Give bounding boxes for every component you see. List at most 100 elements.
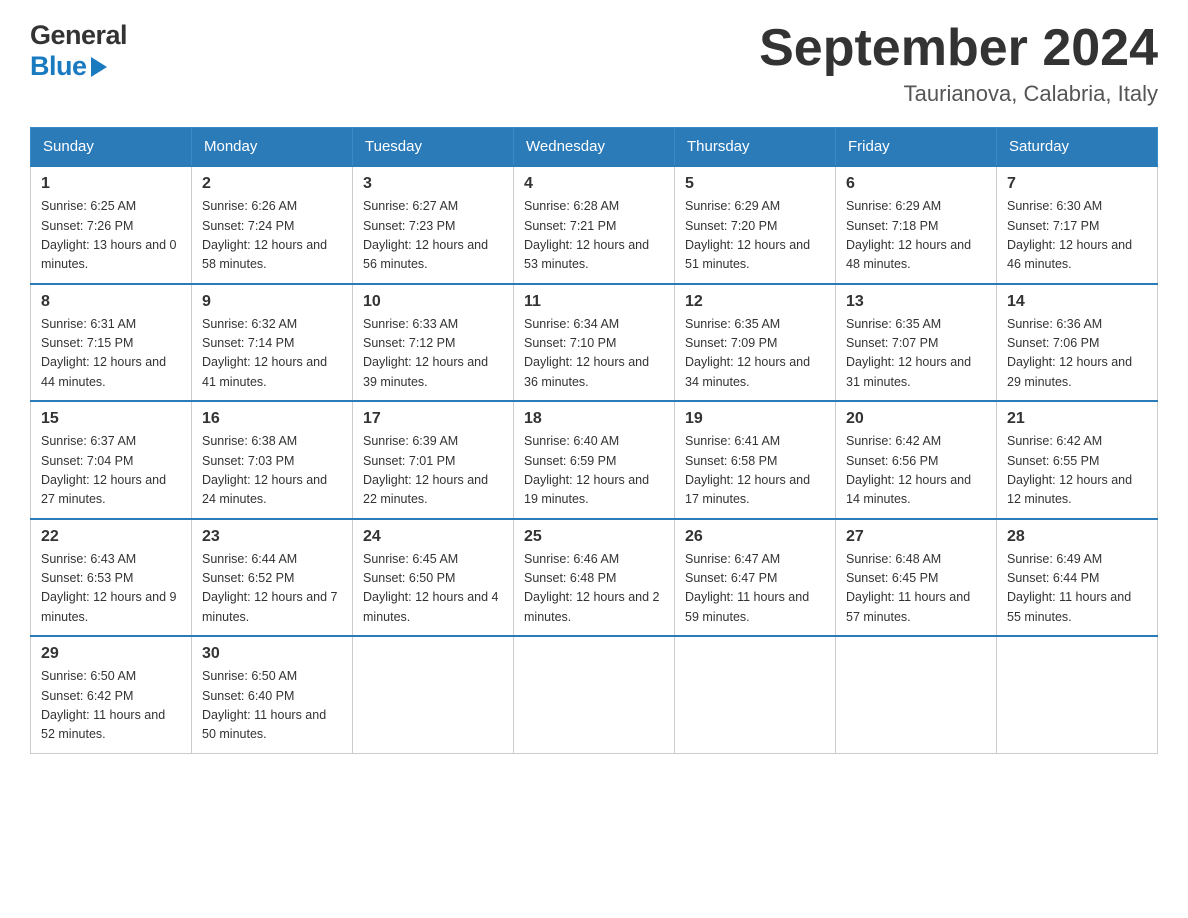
- table-row: [353, 636, 514, 753]
- sunset-text: Sunset: 6:56 PM: [846, 454, 938, 468]
- table-row: 20Sunrise: 6:42 AMSunset: 6:56 PMDayligh…: [836, 401, 997, 519]
- table-row: 10Sunrise: 6:33 AMSunset: 7:12 PMDayligh…: [353, 284, 514, 402]
- sunrise-text: Sunrise: 6:33 AM: [363, 317, 458, 331]
- day-number: 13: [846, 293, 986, 311]
- table-row: 4Sunrise: 6:28 AMSunset: 7:21 PMDaylight…: [514, 166, 675, 284]
- day-number: 29: [41, 645, 181, 663]
- day-info: Sunrise: 6:41 AMSunset: 6:58 PMDaylight:…: [685, 432, 825, 510]
- day-number: 14: [1007, 293, 1147, 311]
- sunset-text: Sunset: 7:15 PM: [41, 336, 133, 350]
- table-row: 29 Sunrise: 6:50 AM Sunset: 6:42 PM Dayligh…: [31, 636, 192, 753]
- sunset-text: Sunset: 6:53 PM: [41, 571, 133, 585]
- sunrise-text: Sunrise: 6:42 AM: [846, 434, 941, 448]
- sunset-text: Sunset: 6:47 PM: [685, 571, 777, 585]
- sunrise-text: Sunrise: 6:29 AM: [846, 199, 941, 213]
- daylight-text: Daylight: 12 hours and 7 minutes.: [202, 590, 338, 623]
- day-number: 6: [846, 175, 986, 193]
- table-row: 5Sunrise: 6:29 AMSunset: 7:20 PMDaylight…: [675, 166, 836, 284]
- sunset-text: Sunset: 7:03 PM: [202, 454, 294, 468]
- sunset-text: Sunset: 7:07 PM: [846, 336, 938, 350]
- day-number: 17: [363, 410, 503, 428]
- sunrise-text: Sunrise: 6:31 AM: [41, 317, 136, 331]
- sunset-text: Sunset: 7:21 PM: [524, 219, 616, 233]
- sunrise-text: Sunrise: 6:49 AM: [1007, 552, 1102, 566]
- sunset-text: Sunset: 6:42 PM: [41, 689, 133, 703]
- table-row: 30Sunrise: 6:50 AMSunset: 6:40 PMDayligh…: [192, 636, 353, 753]
- daylight-text: Daylight: 12 hours and 27 minutes.: [41, 473, 166, 506]
- sunset-text: Sunset: 6:52 PM: [202, 571, 294, 585]
- page-header: General Blue September 2024 Taurianova, …: [30, 20, 1158, 107]
- calendar-week-row: 15Sunrise: 6:37 AMSunset: 7:04 PMDayligh…: [31, 401, 1158, 519]
- sunset-text: Sunset: 7:04 PM: [41, 454, 133, 468]
- day-number: 21: [1007, 410, 1147, 428]
- day-number: 12: [685, 293, 825, 311]
- day-number: 28: [1007, 528, 1147, 546]
- daylight-text: Daylight: 12 hours and 29 minutes.: [1007, 355, 1132, 388]
- logo: General Blue: [30, 20, 127, 82]
- daylight-text: Daylight: 12 hours and 53 minutes.: [524, 238, 649, 271]
- day-number: 24: [363, 528, 503, 546]
- table-row: 11Sunrise: 6:34 AMSunset: 7:10 PMDayligh…: [514, 284, 675, 402]
- day-info: Sunrise: 6:50 AM Sunset: 6:42 PM Daylight:…: [41, 667, 181, 745]
- table-row: 27Sunrise: 6:48 AMSunset: 6:45 PMDayligh…: [836, 519, 997, 637]
- day-info: Sunrise: 6:45 AMSunset: 6:50 PMDaylight:…: [363, 550, 503, 628]
- logo-line1: General: [30, 20, 127, 51]
- day-number: 5: [685, 175, 825, 193]
- day-number: 19: [685, 410, 825, 428]
- calendar-week-row: 1Sunrise: 6:25 AMSunset: 7:26 PMDaylight…: [31, 166, 1158, 284]
- daylight-text: Daylight: 11 hours and 50 minutes.: [202, 708, 326, 741]
- table-row: 22Sunrise: 6:43 AMSunset: 6:53 PMDayligh…: [31, 519, 192, 637]
- daylight-text: Daylight: 12 hours and 14 minutes.: [846, 473, 971, 506]
- calendar-week-row: 29 Sunrise: 6:50 AM Sunset: 6:42 PM Dayligh…: [31, 636, 1158, 753]
- day-number: 18: [524, 410, 664, 428]
- daylight-text: Daylight: 12 hours and 56 minutes.: [363, 238, 488, 271]
- table-row: 15Sunrise: 6:37 AMSunset: 7:04 PMDayligh…: [31, 401, 192, 519]
- table-row: [675, 636, 836, 753]
- day-info: Sunrise: 6:40 AMSunset: 6:59 PMDaylight:…: [524, 432, 664, 510]
- daylight-text: Daylight: 12 hours and 22 minutes.: [363, 473, 488, 506]
- table-row: 9Sunrise: 6:32 AMSunset: 7:14 PMDaylight…: [192, 284, 353, 402]
- day-number: 3: [363, 175, 503, 193]
- table-row: 7Sunrise: 6:30 AMSunset: 7:17 PMDaylight…: [997, 166, 1158, 284]
- sunrise-text: Sunrise: 6:50 AM: [41, 669, 136, 683]
- day-info: Sunrise: 6:46 AM Sunset: 6:48 PM Daylight:…: [524, 550, 664, 628]
- month-title: September 2024: [759, 20, 1158, 77]
- day-info: Sunrise: 6:50 AMSunset: 6:40 PMDaylight:…: [202, 667, 342, 745]
- daylight-text: Daylight: 12 hours and 39 minutes.: [363, 355, 488, 388]
- sunrise-text: Sunrise: 6:45 AM: [363, 552, 458, 566]
- table-row: 18 Sunrise: 6:40 AMSunset: 6:59 PMDayligh…: [514, 401, 675, 519]
- day-info: Sunrise: 6:43 AMSunset: 6:53 PMDaylight:…: [41, 550, 181, 628]
- daylight-text: Daylight: 12 hours and 2 minutes.: [524, 590, 660, 623]
- sunset-text: Sunset: 7:09 PM: [685, 336, 777, 350]
- daylight-text: Daylight: 12 hours and 51 minutes.: [685, 238, 810, 271]
- day-info: Sunrise: 6:31 AMSunset: 7:15 PMDaylight:…: [41, 315, 181, 393]
- sunrise-text: Sunrise: 6:41 AM: [685, 434, 780, 448]
- day-number: 7: [1007, 175, 1147, 193]
- col-friday: Friday: [836, 128, 997, 167]
- sunrise-text: Sunrise: 6:46 AM: [524, 552, 619, 566]
- table-row: 13Sunrise: 6:35 AMSunset: 7:07 PMDayligh…: [836, 284, 997, 402]
- day-info: Sunrise: 6:36 AMSunset: 7:06 PMDaylight:…: [1007, 315, 1147, 393]
- sunrise-text: Sunrise: 6:28 AM: [524, 199, 619, 213]
- sunrise-text: Sunrise: 6:27 AM: [363, 199, 458, 213]
- sunrise-text: Sunrise: 6:42 AM: [1007, 434, 1102, 448]
- day-info: Sunrise: 6:42 AMSunset: 6:55 PMDaylight:…: [1007, 432, 1147, 510]
- daylight-text: Daylight: 11 hours and 52 minutes.: [41, 708, 165, 741]
- sunset-text: Sunset: 6:59 PM: [524, 454, 616, 468]
- table-row: 3Sunrise: 6:27 AMSunset: 7:23 PMDaylight…: [353, 166, 514, 284]
- table-row: 12Sunrise: 6:35 AMSunset: 7:09 PMDayligh…: [675, 284, 836, 402]
- table-row: 1Sunrise: 6:25 AMSunset: 7:26 PMDaylight…: [31, 166, 192, 284]
- daylight-text: Daylight: 12 hours and 36 minutes.: [524, 355, 649, 388]
- sunset-text: Sunset: 7:12 PM: [363, 336, 455, 350]
- day-info: Sunrise: 6:49 AMSunset: 6:44 PMDaylight:…: [1007, 550, 1147, 628]
- daylight-text: Daylight: 12 hours and 34 minutes.: [685, 355, 810, 388]
- table-row: 25Sunrise: 6:46 AMSunset: 6:48 PMDayligh…: [514, 519, 675, 637]
- day-number: 23: [202, 528, 342, 546]
- daylight-text: Daylight: 11 hours and 57 minutes.: [846, 590, 970, 623]
- sunset-text: Sunset: 6:48 PM: [524, 571, 616, 585]
- day-info: Sunrise: 6:37 AMSunset: 7:04 PMDaylight:…: [41, 432, 181, 510]
- table-row: 14 Sunrise: 6:36 AMSunset: 7:06 PMDayligh…: [997, 284, 1158, 402]
- table-row: [997, 636, 1158, 753]
- daylight-text: Daylight: 11 hours and 59 minutes.: [685, 590, 809, 623]
- calendar-week-row: 22Sunrise: 6:43 AMSunset: 6:53 PMDayligh…: [31, 519, 1158, 637]
